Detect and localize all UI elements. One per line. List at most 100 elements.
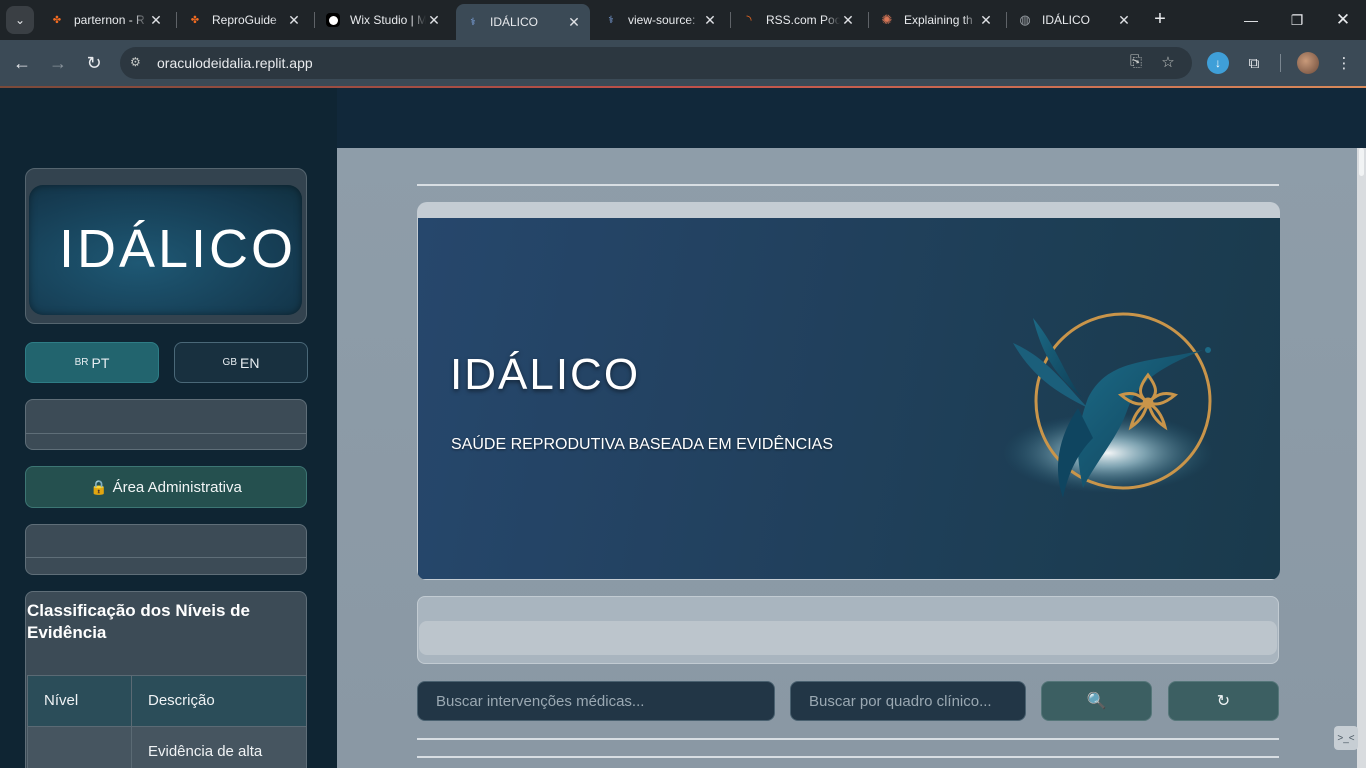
- tab[interactable]: ⚕ view-source: ✕: [594, 6, 726, 34]
- scrollbar[interactable]: [1357, 148, 1366, 768]
- close-icon[interactable]: ✕: [426, 12, 442, 29]
- plus-icon: +: [1154, 8, 1166, 30]
- column-header: Descrição: [131, 675, 306, 727]
- language-label: EN: [240, 354, 260, 371]
- tab[interactable]: ✤ parternon - R ✕: [40, 6, 172, 34]
- search-button[interactable]: 🔍: [1041, 681, 1152, 721]
- info-bar: [417, 596, 1279, 664]
- claude-icon: ✺: [881, 12, 893, 27]
- sidebar-panel: [25, 399, 307, 450]
- reload-icon: ↻: [86, 52, 102, 73]
- tab[interactable]: ◍ IDÁLICO ✕: [1008, 6, 1140, 34]
- close-icon[interactable]: ✕: [702, 12, 718, 29]
- divider: [26, 557, 306, 558]
- window-close-button[interactable]: ✕: [1320, 0, 1366, 40]
- minimize-icon: —: [1244, 12, 1258, 28]
- clinical-search-input[interactable]: Buscar por quadro clínico...: [790, 681, 1026, 721]
- hero-title: IDÁLICO: [450, 350, 641, 399]
- globe-icon: ◍: [1019, 12, 1031, 27]
- tab[interactable]: ✤ ReproGuide ✕: [178, 6, 310, 34]
- scrollbar-thumb[interactable]: [1359, 148, 1364, 176]
- admin-area-label: Área Administrativa: [112, 478, 242, 496]
- hero-subtitle: SAÚDE REPRODUTIVA BASEADA EM EVIDÊNCIAS: [451, 436, 834, 453]
- close-icon[interactable]: ✕: [148, 12, 164, 29]
- tab-title: view-source:: [628, 13, 696, 27]
- level-cell: [27, 726, 132, 768]
- toolbar-separator: [1280, 54, 1281, 72]
- tab-title: parternon - R: [74, 13, 145, 27]
- arrow-right-icon: →: [49, 52, 67, 73]
- divider: [417, 738, 1279, 740]
- download-icon[interactable]: ↓: [1207, 52, 1229, 74]
- tune-icon[interactable]: ⚙: [130, 55, 146, 71]
- address-bar[interactable]: ⚙ oraculodeidalia.replit.app ⎘ ☆: [120, 47, 1192, 79]
- avatar[interactable]: [1297, 52, 1319, 74]
- back-button[interactable]: ←: [8, 49, 36, 77]
- language-label: PT: [91, 354, 110, 371]
- tab-title: Explaining th: [904, 13, 973, 27]
- tab-title: IDÁLICO: [1042, 13, 1091, 27]
- tab-title: ReproGuide: [212, 13, 277, 27]
- logo-text: IDÁLICO: [59, 219, 297, 279]
- rss-icon: ◝: [746, 12, 752, 27]
- tab-favicon-icon: ✤: [190, 14, 200, 26]
- table-row: Evidência de alta: [27, 726, 306, 768]
- restore-button[interactable]: ❐: [1274, 0, 1320, 40]
- forward-button[interactable]: →: [44, 49, 72, 77]
- language-pt-button[interactable]: BR PT: [25, 342, 159, 383]
- tab[interactable]: ◝ RSS.com Poc ✕: [732, 6, 864, 34]
- language-en-button[interactable]: GB EN: [174, 342, 308, 383]
- tab-favicon-icon: ✤: [52, 14, 62, 26]
- divider: [417, 756, 1279, 758]
- close-icon[interactable]: ✕: [978, 12, 994, 29]
- kebab-icon[interactable]: ⋮: [1333, 52, 1355, 74]
- flag-br-icon: BR: [74, 357, 89, 368]
- close-icon[interactable]: ✕: [1116, 12, 1132, 29]
- tab-active[interactable]: ⚕ IDÁLICO ✕: [456, 4, 590, 40]
- dna-icon: ⚕: [470, 16, 476, 28]
- minimize-button[interactable]: —: [1228, 0, 1274, 40]
- tab-title: RSS.com Poc: [766, 13, 840, 27]
- puzzle-icon[interactable]: ⧉: [1243, 52, 1265, 74]
- evidence-levels-card: Classificação dos Níveis de Evidência Ní…: [25, 591, 307, 768]
- close-icon[interactable]: ✕: [566, 14, 582, 31]
- admin-area-button[interactable]: 🔒 Área Administrativa: [25, 466, 307, 508]
- url-text[interactable]: oraculodeidalia.replit.app: [157, 55, 313, 71]
- tab[interactable]: Wix Studio | M ✕: [316, 6, 450, 34]
- info-bar-inner: [419, 621, 1277, 655]
- close-icon: ✕: [1335, 10, 1351, 29]
- new-tab-button[interactable]: +: [1148, 8, 1172, 32]
- close-icon[interactable]: ✕: [286, 12, 302, 29]
- restore-icon: ❐: [1290, 11, 1304, 28]
- dna-icon: ⚕: [608, 14, 614, 26]
- chat-icon: >_<: [1337, 732, 1355, 744]
- reload-button[interactable]: ↻: [80, 49, 108, 77]
- tab-favicon-icon: [326, 13, 340, 27]
- hero-banner: IDÁLICO SAÚDE REPRODUTIVA BASEADA EM EVI…: [418, 218, 1280, 579]
- arrow-left-icon: ←: [13, 52, 31, 73]
- divider: [26, 433, 306, 434]
- hero-card: IDÁLICO SAÚDE REPRODUTIVA BASEADA EM EVI…: [417, 202, 1280, 580]
- lock-icon: 🔒: [90, 478, 108, 495]
- column-header: Nível: [27, 675, 132, 727]
- top-header-bar: [337, 88, 1366, 148]
- evidence-levels-title: Classificação dos Níveis de Evidência: [27, 601, 250, 642]
- intervention-search-input[interactable]: Buscar intervenções médicas...: [417, 681, 775, 721]
- logo-card: IDÁLICO: [25, 168, 307, 324]
- tab-separator: [176, 12, 177, 28]
- tab-search-button[interactable]: ⌄: [6, 6, 34, 34]
- tab-separator: [1006, 12, 1007, 28]
- feedback-button[interactable]: >_<: [1334, 726, 1358, 750]
- close-icon[interactable]: ✕: [840, 12, 856, 29]
- tab[interactable]: ✺ Explaining th ✕: [870, 6, 1002, 34]
- star-icon[interactable]: ☆: [1158, 53, 1178, 73]
- hummingbird-logo-icon: [1003, 312, 1213, 498]
- translate-icon[interactable]: ⎘: [1126, 53, 1146, 73]
- table-header-row: Nível Descrição: [27, 675, 306, 727]
- logo-banner: IDÁLICO: [29, 185, 302, 315]
- browser-toolbar: ← → ↻ ⚙ oraculodeidalia.replit.app ⎘ ☆ ↓…: [0, 40, 1366, 86]
- tab-title: Wix Studio | M: [350, 13, 426, 27]
- reset-button[interactable]: ↻: [1168, 681, 1279, 721]
- web-page: IDÁLICO BR PT GB EN 🔒 Área Administrativ…: [0, 86, 1366, 768]
- tab-title: IDÁLICO: [490, 15, 539, 29]
